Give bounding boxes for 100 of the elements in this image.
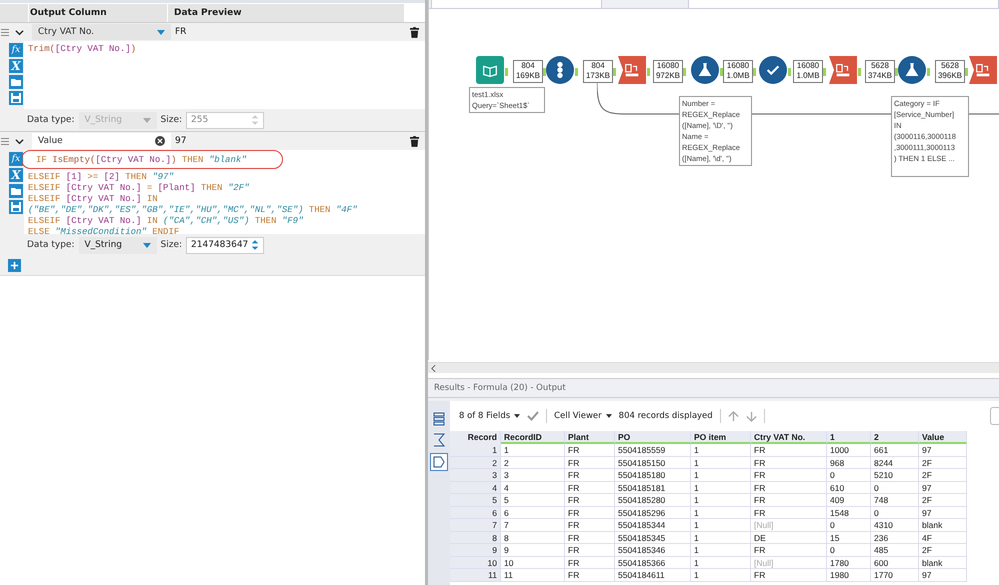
table-cell: 2F [919,544,967,556]
column-header[interactable]: RecordID [501,431,565,444]
function-icon[interactable]: fx [9,43,23,57]
cell-viewer-dropdown[interactable]: Cell Viewer [554,411,612,421]
column-header[interactable]: Plant [565,431,615,444]
column-header: Data Preview [167,4,404,22]
add-button[interactable] [8,259,21,272]
drag-handle-icon[interactable] [1,28,9,36]
table-cell: 1000 [827,444,871,456]
expression-editor[interactable]: Trim([Ctry VAT No.]) [24,41,425,109]
table-cell: FR [565,469,615,482]
column-header[interactable]: PO [615,431,691,444]
output-column-dropdown[interactable]: Ctry VAT No. [32,24,171,40]
drag-handle-icon[interactable] [1,138,9,144]
save-icon[interactable] [9,91,23,105]
expression-editor[interactable]: IF IsEmpty([Ctry VAT No.]) THEN "blank" ELSEIF [1] >= [2] THEN "97" ELSEIF [Ctry VAT No.] = [Plant] THEN "2F" ELSEIF [Ctry VAT No.] IN ("BE","DE","DK","ES","GB","IE","HU","MC","NL","SE") THEN "4F" ELSEIF [Ctry VAT No.] IN ("CA","CH","US") THEN "F9" ELSE "MissedCondition" ENDIF [24,150,425,234]
table-cell: FR [751,506,827,519]
table-cell: 748 [871,494,919,506]
scroll-left-icon[interactable] [431,364,436,372]
table-cell: 1980 [827,569,871,582]
table-cell: 1 [691,469,751,482]
table-cell: FR [565,506,615,519]
table-cell: blank [919,519,967,532]
record-count-badge: 804 169KB [513,60,543,83]
table-cell: 236 [871,532,919,544]
fields-dropdown[interactable]: 8 of 8 Fields [459,411,520,421]
table-cell: 0 [827,469,871,482]
data-type-dropdown[interactable]: V_String [78,236,156,254]
table-cell: 8 [501,532,565,544]
save-icon[interactable] [9,200,23,214]
chevron-icon[interactable] [15,28,24,36]
table-cell: 3 [501,469,565,482]
horizontal-scrollbar[interactable] [428,362,999,373]
table-cell: 2 [501,456,565,469]
table-cell: 2F [919,456,967,469]
dropdown-caret-icon[interactable] [142,118,150,122]
output-column-field[interactable]: Value [32,133,171,149]
table-cell: 10 [501,556,565,569]
column-header[interactable]: Record [450,431,501,444]
record-count-badge: 804 173KB [583,60,613,83]
record-number: 11 [450,569,501,582]
table-cell: 5210 [871,469,919,482]
record-number: 6 [450,506,501,519]
table-cell: 409 [827,494,871,506]
table-cell: 0 [871,482,919,494]
column-header[interactable]: Value [919,431,967,444]
sum-icon[interactable] [431,432,447,448]
table-cell: 5 [501,494,565,506]
table-cell: 0 [871,506,919,519]
chevron-icon[interactable] [15,136,24,146]
column-header[interactable]: Ctry VAT No. [751,431,827,444]
table-cell: 1780 [827,556,871,569]
search-field[interactable] [990,407,999,425]
arrow-up-icon[interactable] [728,410,739,422]
record-count-badge: 16080 972KB [653,60,683,83]
crosstab-tool-icon[interactable] [829,56,857,84]
formula-tool-icon[interactable] [898,56,926,84]
table-cell: 1 [691,569,751,582]
trash-icon[interactable] [410,26,419,38]
formula-tool-icon[interactable] [691,56,719,84]
table-cell: 1770 [871,569,919,582]
record-number: 1 [450,444,501,456]
input-tool-icon[interactable] [476,56,504,84]
table-cell: FR [565,444,615,456]
check-icon[interactable] [527,411,540,421]
size-spinner[interactable]: 2147483647 [186,236,264,254]
caret-icon[interactable] [606,414,612,418]
table-cell: 11 [501,569,565,582]
table-cell: 5504185559 [615,444,691,456]
tag-icon[interactable] [430,453,448,471]
size-spinner[interactable]: 255 [186,112,264,128]
table-cell: 15 [827,532,871,544]
results-title: Results - Formula (20) - Output [428,379,999,398]
table-cell: 968 [827,456,871,469]
table-cell: 1 [691,556,751,569]
clear-icon[interactable] [155,136,165,146]
transpose-tool-icon[interactable] [618,56,646,84]
table-cell: 5504185345 [615,532,691,544]
table-cell: 1 [691,506,751,519]
variable-icon[interactable]: X [9,59,23,73]
column-header: Output Column [28,4,167,22]
function-icon[interactable]: fx [9,152,23,166]
caret-icon[interactable] [514,414,520,418]
table-cell: 1 [691,519,751,532]
dropdown-caret-icon[interactable] [157,30,165,34]
column-header[interactable]: PO item [691,431,751,444]
variable-icon[interactable]: X [9,168,23,182]
dropdown-caret-icon[interactable] [142,242,150,248]
column-header[interactable]: 2 [871,431,919,444]
recordid-tool-icon[interactable] [546,56,574,84]
table-cell: FR [751,469,827,482]
select-tool-icon[interactable] [759,56,787,84]
crosstab-tool-icon[interactable] [969,56,997,84]
column-header[interactable]: 1 [827,431,871,444]
list-icon[interactable] [431,411,447,427]
data-type-label: Data type: [27,115,74,125]
trash-icon[interactable] [410,136,419,146]
table-cell: 97 [919,444,967,456]
arrow-down-icon[interactable] [746,410,757,422]
table-cell: 2F [919,494,967,506]
